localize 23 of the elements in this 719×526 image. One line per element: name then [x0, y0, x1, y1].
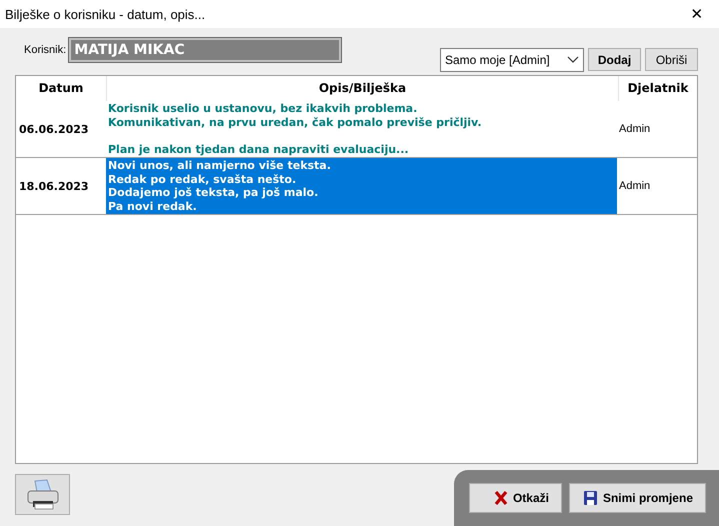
column-header[interactable]: Djelatnik [619, 76, 697, 101]
floppy-icon [582, 490, 598, 506]
user-label: Korisnik: [24, 44, 66, 56]
toolbar-button[interactable]: Dodaj [588, 48, 641, 71]
cancel-button[interactable]: Otkaži [468, 483, 562, 513]
toolbar-button[interactable]: Obriši [645, 48, 698, 71]
chevron-icon [567, 56, 579, 64]
note-cell[interactable]: Korisnik uselio u ustanovu, bez ikakvih problema. Komunikativan, na prvu uredan, čak pomalo previše pričljiv. Plan je nakon tjedan dana napraviti evaluaciju... [106, 101, 617, 157]
column-header[interactable]: Opis/Bilješka [107, 76, 619, 101]
column-header[interactable]: Datum [16, 76, 107, 101]
user-field: MATIJA MIKAC [69, 38, 342, 62]
note-cell[interactable]: Novi unos, ali namjerno više teksta. Redak po redak, svašta nešto. Dodajemo još teksta, pa još malo. Pa novi redak. [106, 158, 617, 214]
worker-cell-text: Admin [618, 179, 652, 194]
close-button[interactable]: ✕ [675, 0, 719, 28]
worker-cell-text: Admin [618, 122, 652, 137]
print-button[interactable] [15, 474, 70, 515]
date-cell-text: 06.06.2023 [18, 122, 90, 138]
date-cell-text: 18.06.2023 [18, 178, 90, 194]
cross-icon [494, 490, 508, 506]
save-button[interactable]: Snimi promjene [568, 483, 706, 513]
window-title: Bilješke o korisniku - datum, opis... [5, 6, 206, 22]
filter-dropdown[interactable]: Samo moje [Admin] [440, 48, 584, 72]
printer-icon [24, 478, 60, 510]
